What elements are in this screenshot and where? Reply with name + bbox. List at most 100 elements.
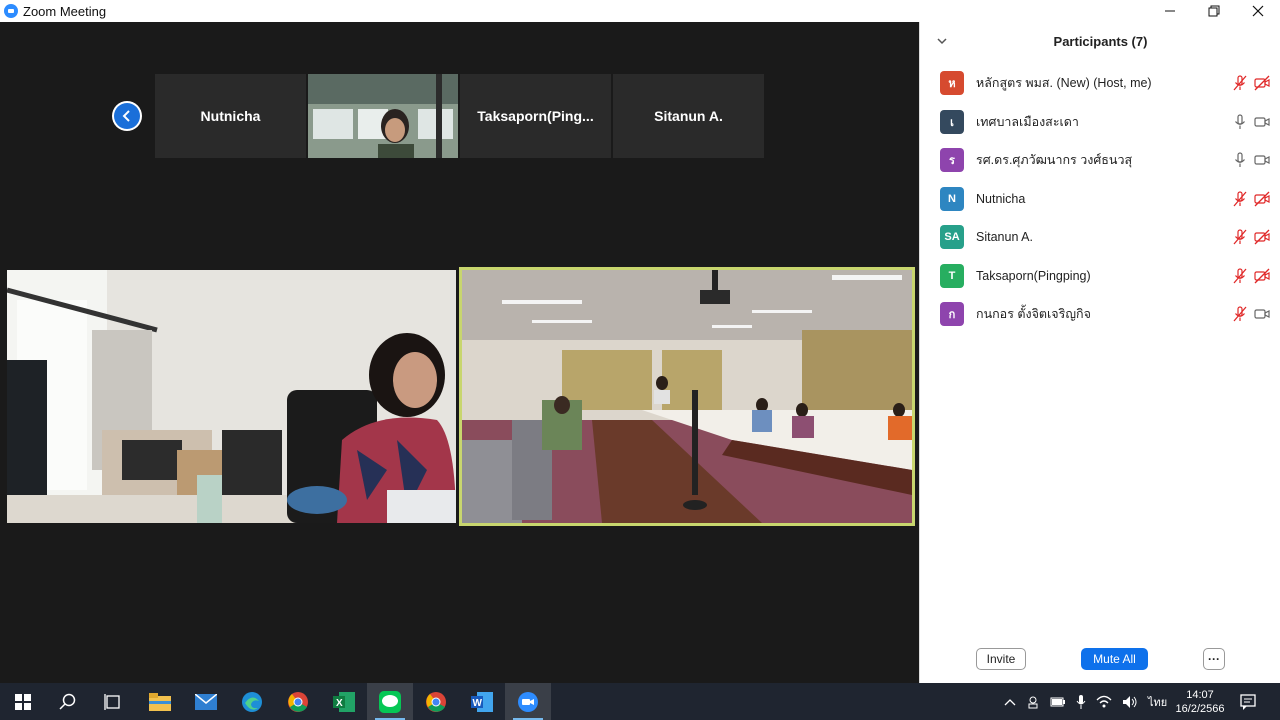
chrome-icon [426, 691, 446, 712]
participants-panel: Participants (7) ห หลักสูตร พมส. (New) (H… [919, 22, 1280, 683]
participant-status-icons [1232, 306, 1270, 322]
video-icon[interactable] [1254, 114, 1270, 130]
avatar: N [940, 186, 964, 211]
language-indicator[interactable]: ไทย [1148, 693, 1167, 711]
microphone-muted-icon[interactable] [1232, 229, 1248, 245]
minimize-button[interactable] [1148, 0, 1192, 22]
clock-date: 16/2/2566 [1175, 702, 1225, 715]
participant-video-office[interactable] [7, 270, 456, 523]
microphone-muted-icon[interactable] [1232, 190, 1248, 207]
chrome-icon [288, 691, 308, 712]
zoom-app-icon [4, 4, 18, 18]
close-icon [1252, 5, 1264, 17]
video-icon[interactable] [1254, 152, 1270, 168]
participant-name: Nutnicha [976, 191, 1026, 206]
file-explorer-taskbar-button[interactable] [137, 683, 183, 720]
thumbnail-sitanun[interactable]: Sitanun A. [613, 74, 764, 158]
participant-row[interactable]: T Taksaporn(Pingping) [940, 261, 1270, 291]
thumbnail-nutnicha[interactable]: Nutnicha [155, 74, 306, 158]
windows-start-icon [15, 693, 31, 710]
excel-taskbar-button[interactable]: X [321, 683, 367, 720]
mute-all-button[interactable]: Mute All [1081, 648, 1148, 670]
minimize-icon [1165, 10, 1175, 12]
participant-status-icons [1232, 152, 1270, 168]
line-taskbar-button[interactable] [367, 683, 413, 720]
line-icon [379, 690, 401, 713]
edge-taskbar-button[interactable] [229, 683, 275, 720]
search-icon [59, 693, 76, 710]
wifi-icon[interactable] [1096, 695, 1112, 709]
thumbnail-label: Nutnicha [200, 108, 261, 124]
task-view-icon [104, 693, 120, 710]
invite-button[interactable]: Invite [976, 648, 1026, 670]
participant-row[interactable]: ก กนกอร ตั้งจิตเจริญกิจ [940, 299, 1270, 329]
zoom-taskbar-button[interactable] [505, 683, 551, 720]
microphone-icon[interactable] [1232, 152, 1248, 168]
participant-name: Taksaporn(Pingping) [976, 268, 1091, 283]
video-off-icon[interactable] [1254, 268, 1270, 284]
word-taskbar-button[interactable]: W [459, 683, 505, 720]
edge-icon [242, 691, 262, 712]
participant-video-thumbnail [308, 74, 458, 158]
battery-icon[interactable] [1050, 696, 1066, 708]
microphone-muted-icon[interactable] [1232, 306, 1248, 322]
windows-taskbar: X W ไทย 14:07 16/2/2566 [0, 683, 1280, 720]
svg-text:X: X [336, 698, 343, 709]
participant-row[interactable]: SA Sitanun A. [940, 222, 1270, 252]
thumbnail-video-feed[interactable] [308, 74, 458, 158]
video-off-icon[interactable] [1254, 229, 1270, 245]
video-off-icon[interactable] [1254, 191, 1270, 207]
participant-row[interactable]: N Nutnicha [940, 184, 1270, 214]
microphone-muted-icon[interactable] [1232, 75, 1248, 91]
word-icon: W [471, 691, 493, 712]
title-bar: Zoom Meeting [0, 0, 1280, 22]
avatar: ห [940, 71, 964, 95]
chevron-up-icon[interactable] [1004, 697, 1016, 707]
participant-status-icons [1232, 229, 1270, 245]
avatar: SA [940, 225, 964, 249]
clock-time: 14:07 [1186, 688, 1214, 701]
notifications-button[interactable] [1240, 683, 1256, 720]
microphone-tray-icon[interactable] [1076, 694, 1086, 709]
svg-text:W: W [473, 698, 483, 709]
participant-status-icons [1232, 190, 1270, 207]
notification-icon [1240, 693, 1256, 710]
participant-status-icons [1232, 113, 1270, 130]
restore-button[interactable] [1192, 0, 1236, 22]
close-button[interactable] [1236, 0, 1280, 22]
participant-row[interactable]: ร รศ.ดร.ศุภวัฒนากร วงศ์ธนวสุ [940, 145, 1270, 175]
participant-row[interactable]: ห หลักสูตร พมส. (New) (Host, me) [940, 68, 1270, 98]
video-icon[interactable] [1254, 306, 1270, 322]
taskbar-search-button[interactable] [45, 683, 91, 720]
avatar: ก [940, 302, 964, 326]
microphone-muted-icon[interactable] [1232, 267, 1248, 284]
windows-start-button[interactable] [0, 683, 46, 720]
system-tray: ไทย [1004, 683, 1167, 720]
more-options-button[interactable]: ··· [1203, 648, 1225, 670]
file-explorer-icon [149, 692, 171, 711]
clock[interactable]: 14:07 16/2/2566 [1166, 683, 1234, 720]
video-off-icon[interactable] [1254, 75, 1270, 91]
participant-video-conference-room[interactable] [459, 267, 915, 526]
mail-taskbar-button[interactable] [183, 683, 229, 720]
previous-page-button[interactable] [112, 101, 142, 131]
participant-name: Sitanun A. [976, 230, 1033, 244]
mail-icon [195, 693, 217, 710]
conference-room-video-feed [462, 270, 912, 523]
thumbnail-taksaporn[interactable]: Taksaporn(Ping... [460, 74, 611, 158]
window-title: Zoom Meeting [23, 3, 107, 19]
excel-icon: X [333, 691, 355, 712]
volume-icon[interactable] [1122, 695, 1138, 709]
chrome-taskbar-button-2[interactable] [413, 683, 459, 720]
participant-name: กนกอร ตั้งจิตเจริญกิจ [976, 307, 1091, 321]
participant-status-icons [1232, 267, 1270, 284]
avatar: ร [940, 148, 964, 172]
participant-row[interactable]: เ เทศบาลเมืองสะเดา [940, 107, 1270, 137]
restore-icon [1208, 5, 1220, 17]
chrome-taskbar-button[interactable] [275, 683, 321, 720]
meet-now-icon[interactable] [1026, 695, 1040, 709]
avatar: T [940, 263, 964, 288]
microphone-icon[interactable] [1232, 113, 1248, 130]
task-view-button[interactable] [90, 683, 136, 720]
chevron-left-icon [122, 110, 130, 122]
